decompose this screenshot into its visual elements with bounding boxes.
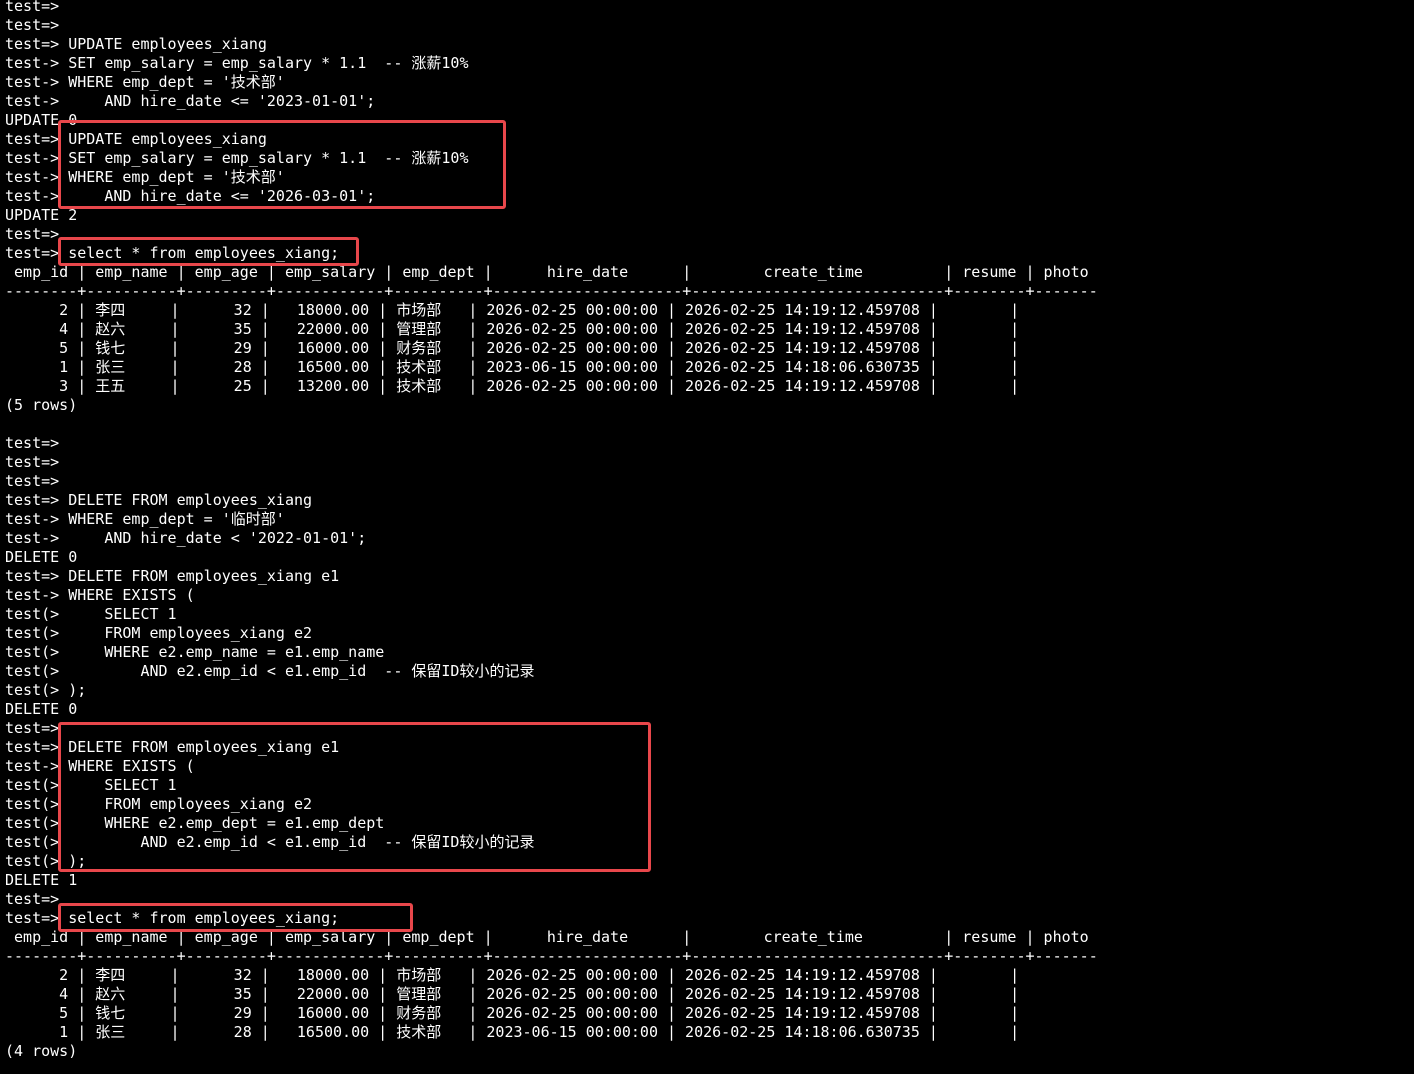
terminal-line: UPDATE 2 — [5, 206, 78, 224]
terminal-line: emp_id | emp_name | emp_age | emp_salary… — [5, 263, 1089, 281]
terminal-line: test(> ); — [5, 852, 87, 870]
terminal-line: 4 | 赵六 | 35 | 22000.00 | 管理部 | 2026-02-2… — [5, 320, 1020, 338]
terminal-line: 5 | 钱七 | 29 | 16000.00 | 财务部 | 2026-02-2… — [5, 1004, 1020, 1022]
terminal-line: UPDATE 0 — [5, 111, 78, 129]
terminal-line: (4 rows) — [5, 1042, 78, 1060]
terminal-line: test-> WHERE emp_dept = '技术部' — [5, 73, 285, 91]
terminal-output: test=> test=> test=> UPDATE employees_xian… — [5, 0, 1098, 1061]
terminal-line: test-> WHERE EXISTS ( — [5, 757, 195, 775]
terminal-line: DELETE 1 — [5, 871, 78, 889]
terminal-line: 1 | 张三 | 28 | 16500.00 | 技术部 | 2023-06-1… — [5, 358, 1020, 376]
terminal-line: test(> SELECT 1 — [5, 605, 177, 623]
terminal-line: test=> DELETE FROM employees_xiang e1 — [5, 738, 340, 756]
terminal-line: test(> SELECT 1 — [5, 776, 177, 794]
terminal-line: test-> AND hire_date <= '2023-01-01'; — [5, 92, 376, 110]
terminal-line: test-> SET emp_salary = emp_salary * 1.1… — [5, 149, 469, 167]
terminal-line: test(> AND e2.emp_id < e1.emp_id -- 保留ID… — [5, 662, 535, 680]
terminal-line: test=> select * from employees_xiang; — [5, 909, 340, 927]
terminal-line: test-> WHERE EXISTS ( — [5, 586, 195, 604]
terminal-line: emp_id | emp_name | emp_age | emp_salary… — [5, 928, 1089, 946]
terminal-line: test=> DELETE FROM employees_xiang — [5, 491, 313, 509]
terminal-line: 4 | 赵六 | 35 | 22000.00 | 管理部 | 2026-02-2… — [5, 985, 1020, 1003]
terminal-line: test=> — [5, 472, 60, 490]
terminal-line: test-> AND hire_date < '2022-01-01'; — [5, 529, 367, 547]
terminal-line: test=> — [5, 719, 60, 737]
terminal-line: test=> UPDATE employees_xiang — [5, 130, 267, 148]
terminal-line: --------+----------+---------+----------… — [5, 947, 1098, 965]
terminal-line: test=> UPDATE employees_xiang — [5, 35, 267, 53]
terminal-line: test-> SET emp_salary = emp_salary * 1.1… — [5, 54, 469, 72]
terminal-line: 2 | 李四 | 32 | 18000.00 | 市场部 | 2026-02-2… — [5, 966, 1020, 984]
terminal-line: test=> — [5, 225, 60, 243]
terminal-line: test=> — [5, 434, 60, 452]
terminal-line: test(> FROM employees_xiang e2 — [5, 624, 313, 642]
terminal-line: 3 | 王五 | 25 | 13200.00 | 技术部 | 2026-02-2… — [5, 377, 1020, 395]
terminal-line: test(> ); — [5, 681, 87, 699]
terminal-line: DELETE 0 — [5, 700, 78, 718]
terminal-line: test(> WHERE e2.emp_dept = e1.emp_dept — [5, 814, 385, 832]
terminal-line: test-> AND hire_date <= '2026-03-01'; — [5, 187, 376, 205]
terminal-line: test=> — [5, 0, 60, 15]
terminal-line: test-> WHERE emp_dept = '临时部' — [5, 510, 285, 528]
terminal-line: test(> WHERE e2.emp_name = e1.emp_name — [5, 643, 385, 661]
terminal-line: test=> — [5, 16, 60, 34]
terminal-line: DELETE 0 — [5, 548, 78, 566]
terminal-line: test(> AND e2.emp_id < e1.emp_id -- 保留ID… — [5, 833, 535, 851]
terminal-line: test=> — [5, 890, 60, 908]
terminal-line: test=> DELETE FROM employees_xiang e1 — [5, 567, 340, 585]
terminal-line: 1 | 张三 | 28 | 16500.00 | 技术部 | 2023-06-1… — [5, 1023, 1020, 1041]
terminal-line: (5 rows) — [5, 396, 78, 414]
terminal-line: --------+----------+---------+----------… — [5, 282, 1098, 300]
terminal-line: test(> FROM employees_xiang e2 — [5, 795, 313, 813]
terminal-line: test=> select * from employees_xiang; — [5, 244, 340, 262]
terminal-line: test-> WHERE emp_dept = '技术部' — [5, 168, 285, 186]
terminal-line: test=> — [5, 453, 60, 471]
terminal-window[interactable]: test=> test=> test=> UPDATE employees_xian… — [0, 0, 1414, 1074]
terminal-line: 2 | 李四 | 32 | 18000.00 | 市场部 | 2026-02-2… — [5, 301, 1020, 319]
terminal-line: 5 | 钱七 | 29 | 16000.00 | 财务部 | 2026-02-2… — [5, 339, 1020, 357]
